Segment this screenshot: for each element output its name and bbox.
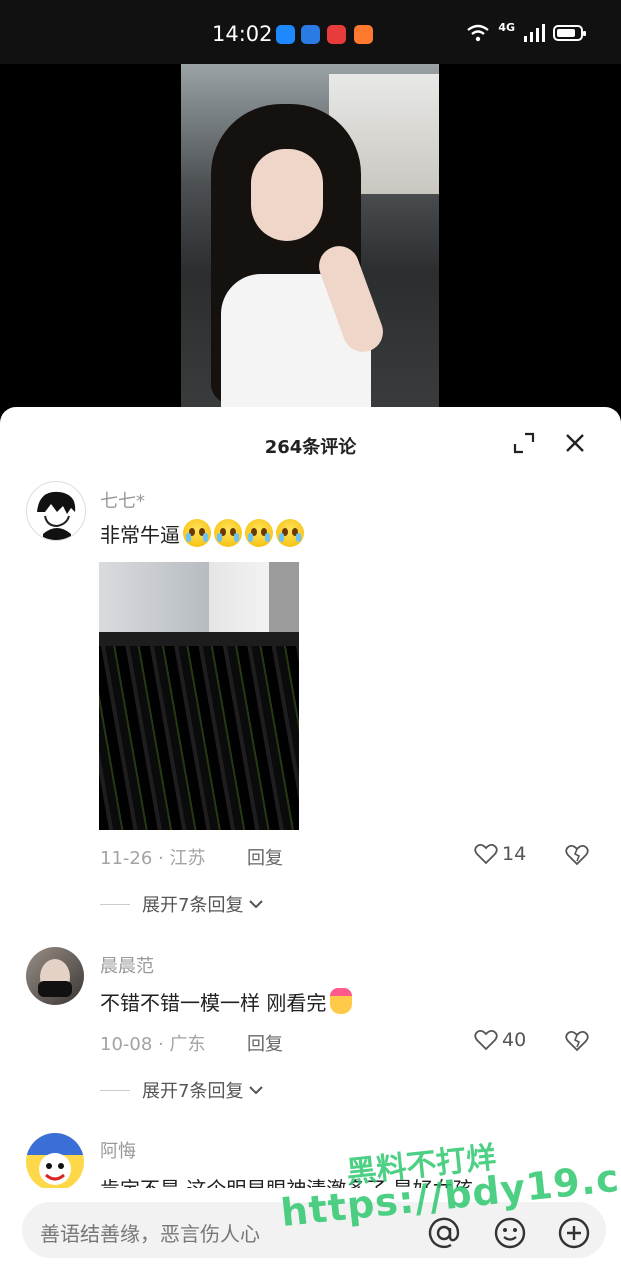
crying-emoji-icon — [214, 519, 242, 547]
message-app-icon — [276, 25, 295, 44]
broken-heart-icon[interactable] — [565, 843, 589, 867]
like-button[interactable]: 14 — [474, 843, 526, 865]
comment-image[interactable] — [99, 562, 299, 830]
crying-emoji-icon — [276, 519, 304, 547]
chevron-down-icon — [249, 1086, 264, 1095]
crying-emoji-icon — [183, 519, 211, 547]
red-app-icon — [327, 25, 346, 44]
avatar[interactable] — [26, 1133, 84, 1191]
like-count: 40 — [502, 1029, 527, 1051]
divider-line — [100, 1089, 130, 1091]
comment-date: 10-08 — [100, 1034, 153, 1055]
signal-icon — [524, 24, 545, 42]
comment-date: 11-26 — [100, 848, 153, 869]
fullscreen-icon[interactable] — [512, 431, 536, 455]
expand-replies-button[interactable]: 展开7条回复 — [100, 1077, 265, 1103]
broken-heart-icon[interactable] — [565, 1029, 589, 1053]
comment-location: 江苏 — [169, 848, 206, 869]
heart-icon — [474, 844, 498, 865]
comment-text: 不错不错一模一样 刚看完 — [100, 987, 353, 1016]
comment-text-content: 非常牛逼 — [100, 523, 180, 547]
avatar[interactable] — [26, 481, 86, 541]
mention-icon[interactable] — [427, 1216, 461, 1250]
comment-image-bar — [99, 632, 299, 646]
comment-input-placeholder[interactable]: 善语结善缘，恶言伤人心 — [40, 1218, 260, 1247]
add-icon[interactable] — [557, 1216, 591, 1250]
wifi-icon — [467, 24, 490, 42]
orange-app-icon — [354, 25, 373, 44]
comment-image-top — [99, 562, 299, 632]
clock: 14:02 — [212, 22, 273, 46]
status-bar: 14:02 4G — [0, 0, 621, 64]
avatar[interactable] — [26, 947, 84, 1005]
expand-replies-button[interactable]: 展开7条回复 — [100, 891, 265, 917]
like-count: 14 — [502, 843, 527, 865]
heart-icon — [474, 1030, 498, 1051]
expand-replies-label: 展开7条回复 — [142, 895, 244, 916]
expand-replies-label: 展开7条回复 — [142, 1081, 244, 1102]
comment-input[interactable]: 善语结善缘，恶言伤人心 — [22, 1202, 606, 1258]
browser-app-icon — [301, 25, 320, 44]
avatar-cartoon-icon — [26, 1133, 84, 1185]
comment-meta: 10-08 · 广东 — [100, 1034, 206, 1055]
battery-icon — [553, 25, 586, 41]
like-button[interactable]: 40 — [474, 1029, 526, 1051]
comment-image-body — [99, 646, 299, 830]
reply-button[interactable]: 回复 — [247, 844, 283, 870]
chevron-down-icon — [249, 900, 264, 909]
video-person-face — [251, 149, 323, 241]
comments-sheet: 264条评论 七七* 非常牛逼 11-26 · 江苏 回复 14 展开7条回复 … — [0, 407, 621, 1280]
comment-location: 广东 — [169, 1034, 206, 1055]
close-icon[interactable] — [563, 431, 587, 455]
comment-text-content: 不错不错一模一样 刚看完 — [100, 991, 327, 1015]
comment-meta: 11-26 · 江苏 — [100, 848, 206, 869]
comment-input-bar: 善语结善缘，恶言伤人心 — [0, 1188, 621, 1280]
comment-username[interactable]: 晨晨范 — [100, 952, 154, 978]
video-player[interactable] — [181, 64, 439, 414]
crying-emoji-icon — [245, 519, 273, 547]
avatar-illustration-icon — [37, 491, 76, 540]
comment-username[interactable]: 七七* — [100, 487, 145, 513]
avatar-photo-icon — [38, 959, 72, 997]
emoji-icon[interactable] — [493, 1216, 527, 1250]
crossed-fingers-emoji-icon — [330, 988, 353, 1014]
comment-username[interactable]: 阿悔 — [100, 1137, 136, 1163]
reply-button[interactable]: 回复 — [247, 1030, 283, 1056]
network-type: 4G — [498, 20, 515, 34]
status-right: 4G — [466, 20, 586, 42]
divider-line — [100, 903, 130, 905]
comment-text: 非常牛逼 — [100, 519, 304, 548]
